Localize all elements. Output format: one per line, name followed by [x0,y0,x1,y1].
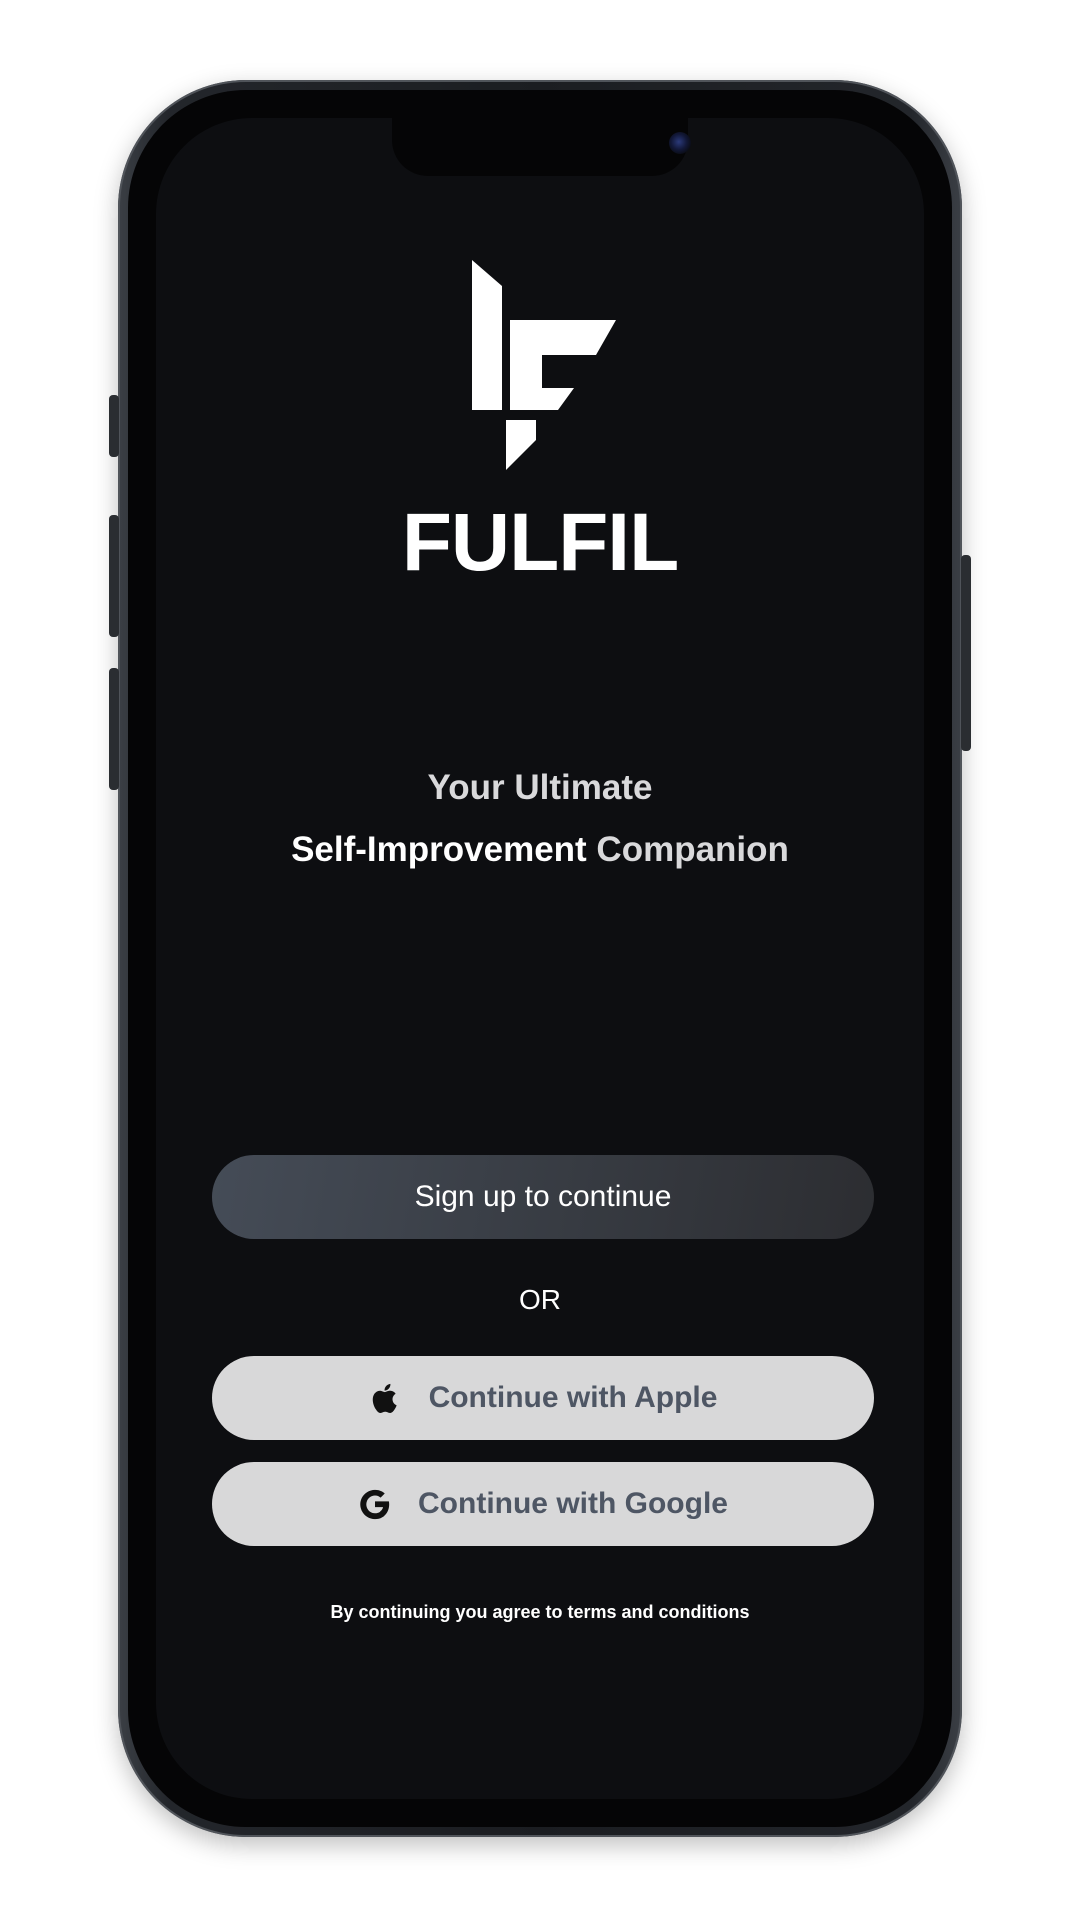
tagline-line-1: Your Ultimate [427,768,653,807]
google-button-label: Continue with Google [418,1487,728,1520]
apple-icon [369,1380,403,1416]
fulfil-logo-icon [472,260,616,470]
notch [392,118,691,176]
apple-button-label: Continue with Apple [428,1381,718,1414]
google-icon [358,1486,392,1522]
volume-up-button [109,515,119,637]
front-camera-icon [669,132,691,154]
or-divider: OR [519,1284,561,1315]
signup-button[interactable]: Sign up to continue [212,1155,874,1239]
phone-screen: FULFIL Your Ultimate Self-Improvement Co… [156,118,924,1799]
tagline-highlight: Self-Improvement [291,830,587,869]
tagline-rest: Companion [586,830,789,869]
mute-switch [109,395,119,457]
signup-button-label: Sign up to continue [414,1180,672,1213]
power-button [961,555,971,751]
volume-down-button [109,668,119,790]
tagline-line-2: Self-Improvement Companion [156,832,924,867]
continue-with-apple-button[interactable]: Continue with Apple [212,1356,874,1440]
terms-and-conditions-link[interactable]: By continuing you agree to terms and con… [156,1602,924,1623]
continue-with-google-button[interactable]: Continue with Google [212,1462,874,1546]
brand-name: FULFIL [401,497,679,588]
